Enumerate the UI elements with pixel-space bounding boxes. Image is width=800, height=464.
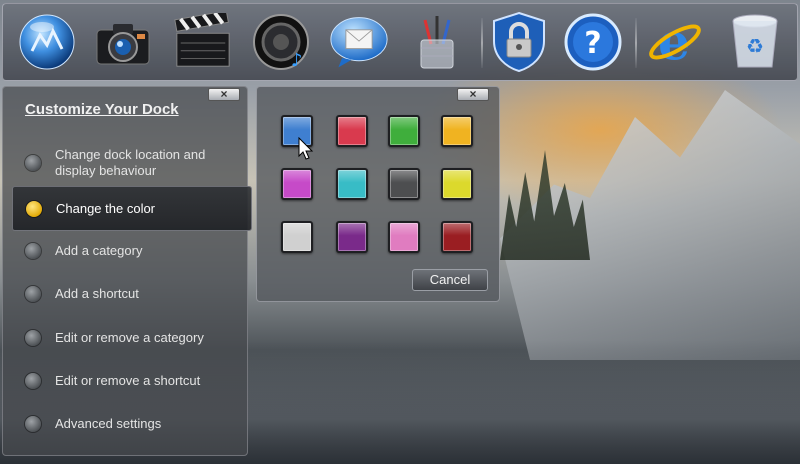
swatch-red[interactable] (336, 115, 368, 147)
menu-item-add-category[interactable]: Add a category (3, 241, 247, 261)
swatch-teal[interactable] (336, 168, 368, 200)
panel-title[interactable]: Customize Your Dock (25, 101, 179, 118)
mail-icon[interactable] (329, 12, 389, 72)
internet-explorer-icon[interactable]: e (645, 12, 705, 72)
svg-text:♪: ♪ (291, 50, 303, 71)
camera-icon[interactable] (93, 12, 153, 72)
swatch-dark-red[interactable] (441, 221, 473, 253)
lock-shield-icon[interactable] (489, 11, 549, 73)
bullet-icon (25, 416, 41, 432)
bullet-icon (25, 373, 41, 389)
menu-item-label: Add a category (55, 243, 143, 258)
recycle-bin-icon[interactable]: ♻ (725, 12, 785, 72)
swatch-dark-gray[interactable] (388, 168, 420, 200)
swatch-green[interactable] (388, 115, 420, 147)
menu-item-label: Add a shortcut (55, 286, 139, 301)
clapperboard-icon[interactable] (173, 12, 233, 72)
picker-close-button[interactable]: × (457, 88, 489, 101)
customize-dock-panel: × Customize Your Dock Change dock locati… (2, 86, 252, 456)
bullet-icon (25, 243, 41, 259)
svg-text:♻: ♻ (746, 34, 764, 58)
help-icon[interactable]: ? (563, 12, 623, 72)
menu-item-add-shortcut[interactable]: Add a shortcut (3, 284, 247, 304)
swatch-pink[interactable] (388, 221, 420, 253)
bullet-icon-active (26, 200, 42, 217)
dock-separator (635, 18, 637, 68)
swatch-orange[interactable] (441, 115, 473, 147)
menu-item-label: Edit or remove a shortcut (55, 373, 201, 388)
bullet-icon (25, 330, 41, 346)
globe-icon[interactable] (17, 12, 77, 72)
dock-separator (481, 18, 483, 68)
menu-item-edit-shortcut[interactable]: Edit or remove a shortcut (3, 371, 247, 391)
swatch-purple[interactable] (336, 221, 368, 253)
menu-item-change-color[interactable]: Change the color (12, 186, 252, 231)
mouse-cursor-icon (298, 137, 314, 160)
menu-item-label: Advanced settings (55, 416, 162, 431)
swatch-light-gray[interactable] (281, 221, 313, 253)
bullet-icon (25, 286, 41, 302)
menu-item-change-location[interactable]: Change dock location and display behavio… (3, 145, 247, 181)
swatch-magenta[interactable] (281, 168, 313, 200)
swatch-yellow[interactable] (441, 168, 473, 200)
panel-close-button[interactable]: × (208, 88, 240, 101)
menu-item-advanced-settings[interactable]: Advanced settings (3, 414, 247, 434)
pencil-cup-icon[interactable] (407, 12, 467, 72)
color-picker-popup: × Cancel (256, 86, 500, 302)
dock-bar: ♪ ? e ♻ (2, 3, 798, 81)
svg-text:?: ? (584, 26, 601, 61)
menu-item-label: Change dock location and display behavio… (55, 147, 206, 178)
menu-item-label: Edit or remove a category (55, 330, 204, 345)
speaker-icon[interactable]: ♪ (251, 12, 311, 72)
cancel-button[interactable]: Cancel (412, 269, 488, 291)
menu-item-label: Change the color (56, 200, 156, 216)
menu-item-edit-category[interactable]: Edit or remove a category (3, 328, 247, 348)
bullet-icon (25, 155, 41, 171)
